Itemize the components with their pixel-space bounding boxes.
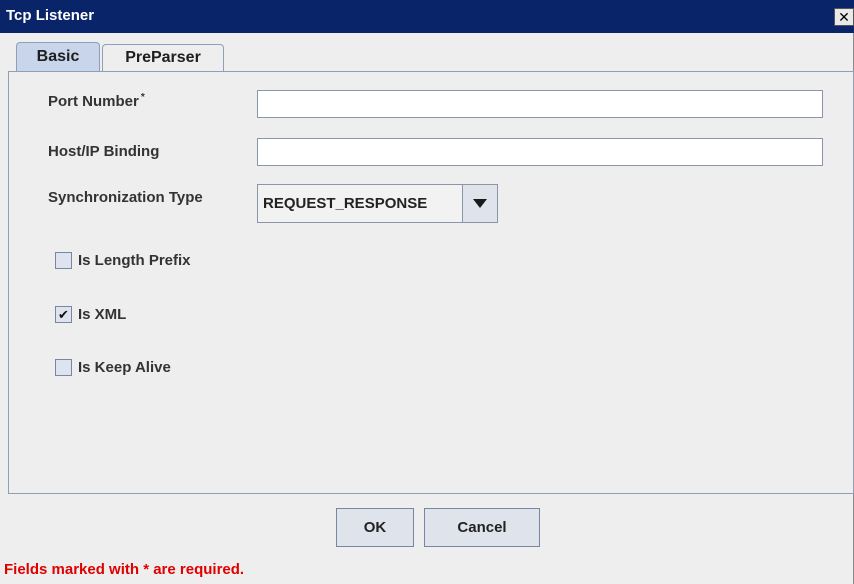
ok-button[interactable]: OK: [336, 508, 414, 547]
is-xml-checkbox[interactable]: ✔: [55, 306, 72, 323]
title-bar[interactable]: Tcp Listener ✕: [0, 0, 854, 33]
required-marker: *: [140, 92, 145, 103]
tab-basic[interactable]: Basic: [16, 42, 100, 71]
host-binding-input[interactable]: [257, 138, 823, 166]
length-prefix-checkbox[interactable]: [55, 252, 72, 269]
keep-alive-label: Is Keep Alive: [78, 359, 171, 376]
window-title: Tcp Listener: [6, 7, 95, 24]
sync-type-label: Synchronization Type: [48, 189, 203, 206]
tab-preparser[interactable]: PreParser: [102, 44, 224, 71]
length-prefix-option[interactable]: Is Length Prefix: [55, 252, 191, 269]
required-fields-note: Fields marked with * are required.: [4, 561, 245, 578]
cancel-button[interactable]: Cancel: [424, 508, 540, 547]
close-icon[interactable]: ✕: [834, 8, 854, 26]
port-number-label-text: Port Number: [48, 93, 139, 110]
basic-tab-panel: [8, 71, 854, 494]
tcp-listener-dialog: Tcp Listener ✕ Basic PreParser Port Numb…: [0, 0, 854, 584]
port-number-label: Port Number *: [48, 92, 145, 110]
port-number-input[interactable]: [257, 90, 823, 118]
is-xml-option[interactable]: ✔ Is XML: [55, 306, 126, 323]
sync-type-dropdown[interactable]: REQUEST_RESPONSE: [257, 184, 498, 223]
host-binding-label: Host/IP Binding: [48, 143, 160, 160]
sync-type-value: REQUEST_RESPONSE: [263, 195, 428, 212]
is-xml-label: Is XML: [78, 306, 127, 323]
length-prefix-label: Is Length Prefix: [78, 252, 191, 269]
chevron-down-icon[interactable]: [462, 185, 497, 222]
keep-alive-checkbox[interactable]: [55, 359, 72, 376]
keep-alive-option[interactable]: Is Keep Alive: [55, 359, 171, 376]
